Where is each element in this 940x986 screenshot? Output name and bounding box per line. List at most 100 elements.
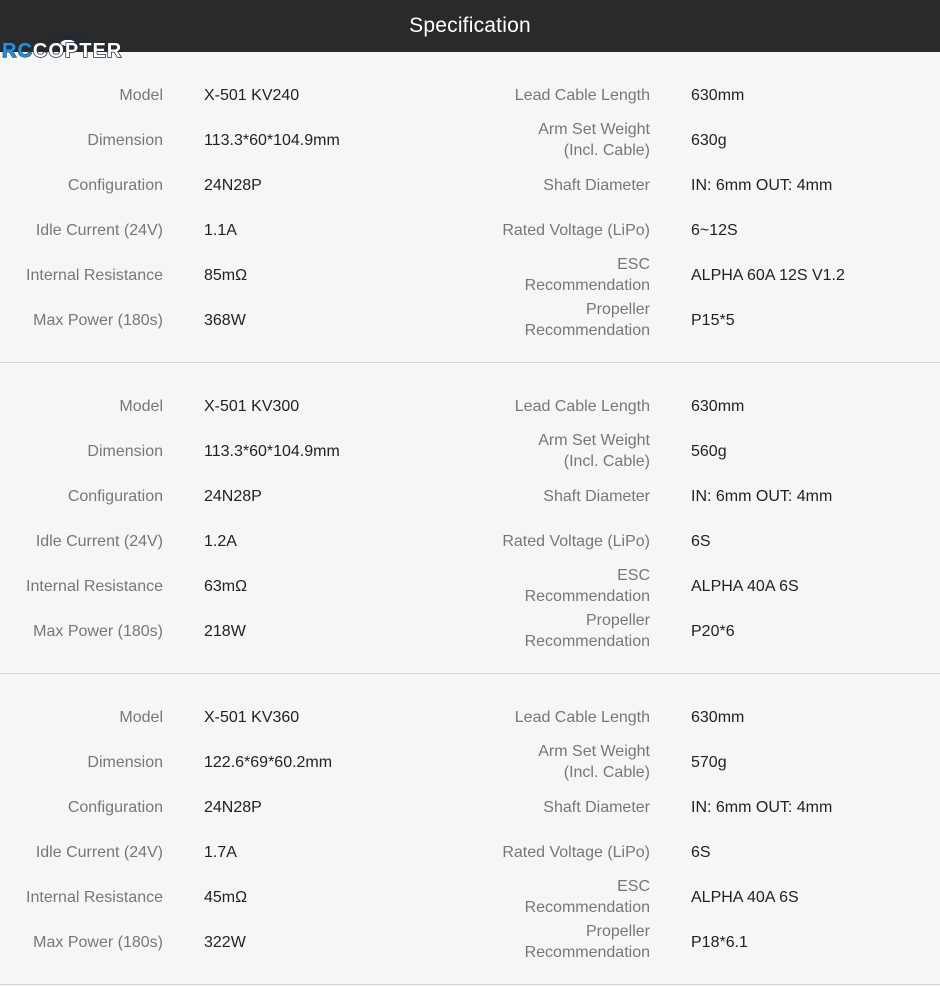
lead-cable-length-value: 630mm — [691, 709, 745, 726]
esc-recommendation-value: ALPHA 40A 6S — [691, 578, 799, 595]
max-power-label: Max Power (180s) — [33, 312, 163, 329]
lead-cable-length-label: Lead Cable Length — [514, 87, 650, 104]
arm-set-weight-value: 570g — [691, 754, 727, 771]
configuration-label: Configuration — [67, 799, 163, 816]
esc-label-line1: ESC — [617, 567, 650, 584]
arm-set-weight-value: 630g — [691, 132, 727, 149]
configuration-value: 24N28P — [204, 488, 262, 505]
max-power-label: Max Power (180s) — [33, 934, 163, 951]
page-title: Specification — [409, 14, 531, 37]
model-value: X-501 KV360 — [204, 709, 300, 726]
spec-row: Configuration 24N28P Shaft Diameter IN: … — [0, 163, 940, 208]
configuration-value: 24N28P — [204, 799, 262, 816]
dimension-label: Dimension — [87, 443, 163, 460]
spec-row: Model X-501 KV300 Lead Cable Length 630m… — [0, 384, 940, 429]
spec-section-kv300: Model X-501 KV300 Lead Cable Length 630m… — [0, 363, 940, 673]
rated-voltage-label: Rated Voltage (LiPo) — [502, 844, 650, 861]
lead-cable-length-value: 630mm — [691, 87, 745, 104]
configuration-label: Configuration — [67, 488, 163, 505]
arm-set-weight-label-line1: Arm Set Weight — [538, 432, 650, 449]
idle-current-value: 1.2A — [204, 533, 237, 550]
spec-row: Internal Resistance 45mΩ ESC Recommendati… — [0, 875, 940, 920]
max-power-label: Max Power (180s) — [33, 623, 163, 640]
shaft-diameter-value: IN: 6mm OUT: 4mm — [691, 488, 833, 505]
idle-current-value: 1.1A — [204, 222, 237, 239]
esc-recommendation-label: ESC Recommendation — [525, 876, 650, 918]
spec-row: Internal Resistance 85mΩ ESC Recommendati… — [0, 253, 940, 298]
max-power-value: 218W — [204, 623, 246, 640]
idle-current-label: Idle Current (24V) — [35, 222, 163, 239]
shaft-diameter-label: Shaft Diameter — [543, 177, 650, 194]
spec-row: Max Power (180s) 218W Propeller Recommend… — [0, 609, 940, 654]
lead-cable-length-label: Lead Cable Length — [514, 398, 650, 415]
internal-resistance-value: 85mΩ — [204, 267, 248, 284]
spec-row: Internal Resistance 63mΩ ESC Recommendati… — [0, 564, 940, 609]
spec-section-kv240: Model X-501 KV240 Lead Cable Length 630m… — [0, 52, 940, 362]
dimension-label: Dimension — [87, 754, 163, 771]
propeller-label-line2: Recommendation — [524, 944, 650, 961]
logo-copter-text: COPTER — [32, 39, 123, 63]
propeller-label-line1: Propeller — [585, 612, 650, 629]
propeller-label-line2: Recommendation — [524, 322, 650, 339]
esc-recommendation-value: ALPHA 40A 6S — [691, 889, 799, 906]
max-power-value: 368W — [204, 312, 246, 329]
model-value: X-501 KV240 — [204, 87, 300, 104]
shaft-diameter-label: Shaft Diameter — [543, 488, 650, 505]
configuration-label: Configuration — [67, 177, 163, 194]
esc-label-line2: Recommendation — [524, 588, 650, 605]
idle-current-label: Idle Current (24V) — [35, 844, 163, 861]
propeller-recommendation-value: P20*6 — [691, 623, 735, 640]
arm-set-weight-label-line1: Arm Set Weight — [538, 121, 650, 138]
spec-row: Dimension 122.6*69*60.2mm Arm Set Weight… — [0, 740, 940, 785]
shaft-diameter-value: IN: 6mm OUT: 4mm — [691, 177, 833, 194]
spec-row: Idle Current (24V) 1.7A Rated Voltage (L… — [0, 830, 940, 875]
spec-row: Model X-501 KV240 Lead Cable Length 630m… — [0, 73, 940, 118]
internal-resistance-label: Internal Resistance — [26, 267, 163, 284]
esc-label-line2: Recommendation — [524, 277, 650, 294]
internal-resistance-value: 45mΩ — [204, 889, 248, 906]
arm-set-weight-label: Arm Set Weight (Incl. Cable) — [538, 741, 650, 783]
esc-recommendation-label: ESC Recommendation — [525, 254, 650, 296]
propeller-recommendation-label: Propeller Recommendation — [525, 610, 650, 652]
rated-voltage-label: Rated Voltage (LiPo) — [502, 222, 650, 239]
arm-set-weight-label-line2: (Incl. Cable) — [563, 764, 650, 781]
lead-cable-length-label: Lead Cable Length — [514, 709, 650, 726]
esc-label-line1: ESC — [617, 256, 650, 273]
esc-label-line2: Recommendation — [524, 899, 650, 916]
esc-label-line1: ESC — [617, 878, 650, 895]
idle-current-label: Idle Current (24V) — [35, 533, 163, 550]
max-power-value: 322W — [204, 934, 246, 951]
spec-row: Max Power (180s) 368W Propeller Recommend… — [0, 298, 940, 343]
arm-set-weight-label: Arm Set Weight (Incl. Cable) — [538, 430, 650, 472]
propeller-recommendation-value: P18*6.1 — [691, 934, 748, 951]
spec-section-kv360: Model X-501 KV360 Lead Cable Length 630m… — [0, 674, 940, 984]
spec-row: Max Power (180s) 322W Propeller Recommend… — [0, 920, 940, 965]
dimension-value: 113.3*60*104.9mm — [204, 443, 340, 460]
section-divider — [0, 984, 940, 985]
logo-rc-text: RC — [1, 39, 33, 62]
internal-resistance-value: 63mΩ — [204, 578, 248, 595]
model-label: Model — [119, 709, 163, 726]
spec-row: Model X-501 KV360 Lead Cable Length 630m… — [0, 695, 940, 740]
propeller-recommendation-value: P15*5 — [691, 312, 735, 329]
internal-resistance-label: Internal Resistance — [26, 578, 163, 595]
rated-voltage-value: 6~12S — [691, 222, 738, 239]
configuration-value: 24N28P — [204, 177, 262, 194]
arm-set-weight-label-line1: Arm Set Weight — [538, 743, 650, 760]
spec-row: Dimension 113.3*60*104.9mm Arm Set Weigh… — [0, 429, 940, 474]
esc-recommendation-label: ESC Recommendation — [525, 565, 650, 607]
model-value: X-501 KV300 — [204, 398, 300, 415]
rated-voltage-value: 6S — [691, 844, 711, 861]
idle-current-value: 1.7A — [204, 844, 237, 861]
rated-voltage-value: 6S — [691, 533, 711, 550]
dimension-label: Dimension — [87, 132, 163, 149]
rc-copter-logo: RCCOPTER — [0, 35, 150, 63]
spec-row: Configuration 24N28P Shaft Diameter IN: … — [0, 474, 940, 519]
propeller-label-line1: Propeller — [585, 923, 650, 940]
dimension-value: 113.3*60*104.9mm — [204, 132, 340, 149]
spec-row: Idle Current (24V) 1.2A Rated Voltage (L… — [0, 519, 940, 564]
shaft-diameter-value: IN: 6mm OUT: 4mm — [691, 799, 833, 816]
dimension-value: 122.6*69*60.2mm — [204, 754, 333, 771]
spec-row: Dimension 113.3*60*104.9mm Arm Set Weigh… — [0, 118, 940, 163]
shaft-diameter-label: Shaft Diameter — [543, 799, 650, 816]
